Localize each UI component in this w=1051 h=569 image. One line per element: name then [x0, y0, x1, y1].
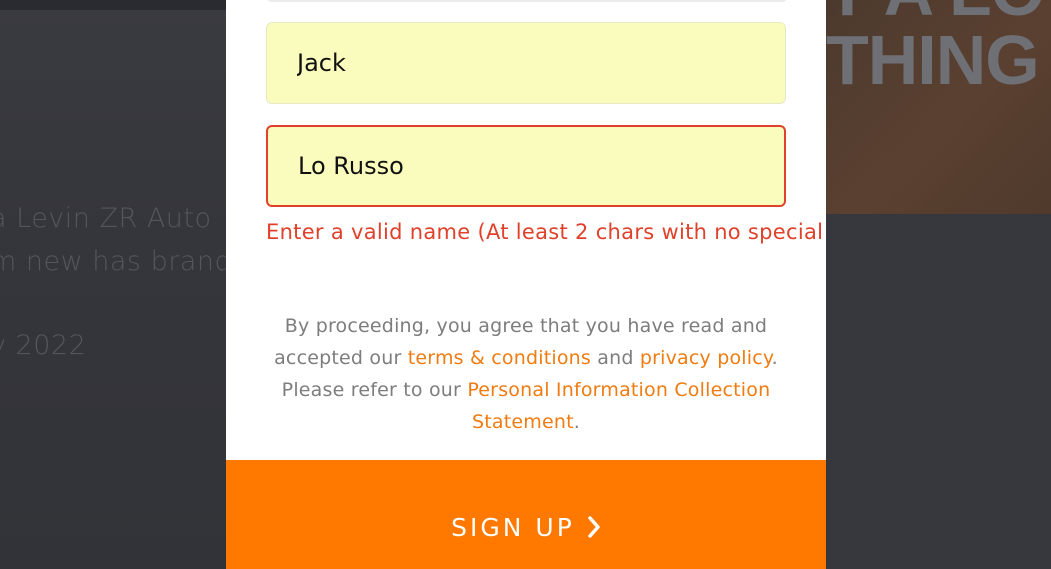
background-hero-image: T A LO THING [826, 0, 1051, 214]
background-article-text: m new has brand [0, 246, 233, 277]
legal-text: and [591, 347, 640, 369]
first-name-input[interactable] [297, 49, 785, 77]
background-top-strip [0, 0, 226, 10]
terms-conditions-link[interactable]: terms & conditions [408, 347, 591, 369]
chevron-right-icon [587, 516, 601, 538]
email-field-partial[interactable] [266, 0, 788, 2]
last-name-error-message: Enter a valid name (At least 2 chars wit… [266, 220, 826, 244]
legal-text: . [573, 411, 581, 433]
privacy-policy-link[interactable]: privacy policy [640, 347, 772, 369]
last-name-input[interactable] [298, 152, 784, 180]
legal-notice: By proceeding, you agree that you have r… [256, 310, 796, 438]
background-article-date: y 2022 [0, 330, 87, 361]
pics-link[interactable]: Personal Information Collection Statemen… [467, 379, 770, 433]
sign-up-label: SIGN UP [451, 512, 575, 542]
first-name-field[interactable] [266, 22, 786, 104]
background-hero-text: THING [826, 21, 1040, 99]
last-name-field[interactable] [266, 125, 786, 207]
background-panel [826, 214, 1051, 569]
background-article-text: a Levin ZR Auto [0, 203, 212, 234]
signup-modal: Enter a valid name (At least 2 chars wit… [226, 0, 826, 569]
sign-up-button[interactable]: SIGN UP [226, 460, 826, 569]
